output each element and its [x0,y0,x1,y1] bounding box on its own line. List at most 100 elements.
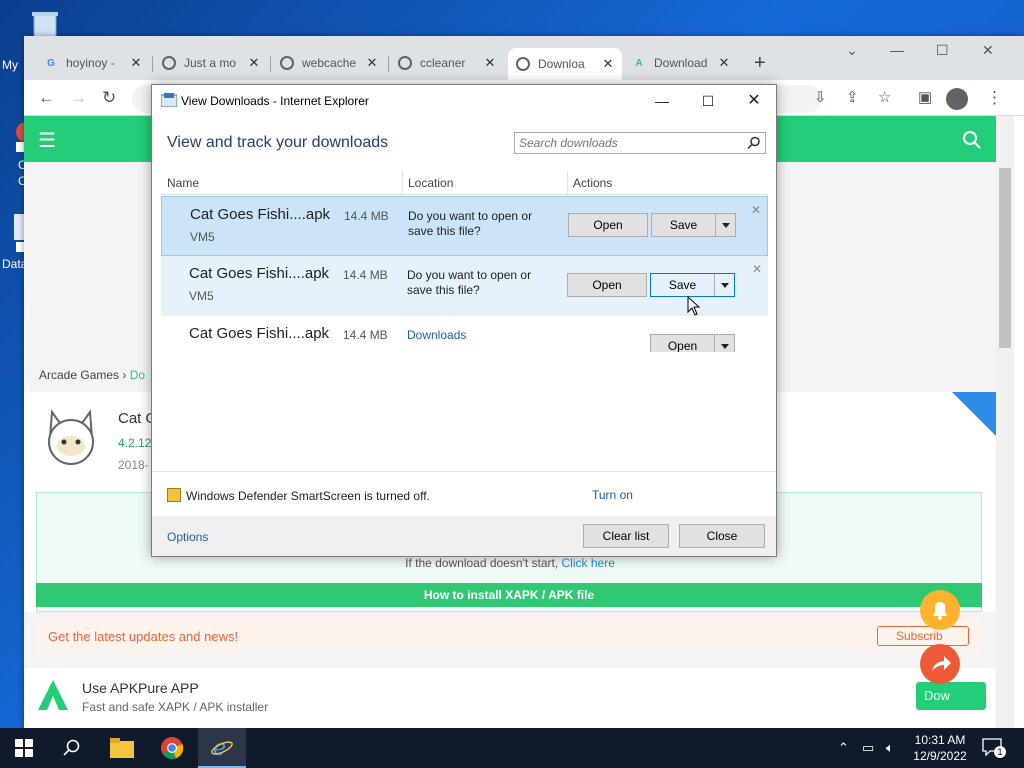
desktop-icon-label[interactable]: My [2,58,18,72]
tab-webcache[interactable]: webcache ✕ [272,50,386,76]
clock-date: 12/9/2022 [913,749,967,763]
forward-arrow-icon[interactable]: → [70,88,87,108]
close-tab-icon[interactable]: ✕ [716,55,732,71]
side-panel-icon[interactable]: ▣ [918,88,932,106]
install-app-icon[interactable]: ⇩ [814,88,827,106]
close-tab-icon[interactable]: ✕ [246,55,262,71]
column-actions[interactable]: Actions [573,176,612,190]
bookmark-star-icon[interactable]: ☆ [878,88,891,106]
search-icon[interactable] [747,136,761,150]
share-icon[interactable]: ⇪ [846,88,859,106]
dialog-heading: View and track your downloads [167,134,389,151]
column-name[interactable]: Name [167,176,199,190]
start-button[interactable] [0,728,48,768]
breadcrumb: Arcade Games › Do [39,368,145,382]
close-tab-icon[interactable]: ✕ [364,55,380,71]
chevron-up-icon[interactable]: ⌃ [838,740,849,756]
search-downloads-box[interactable] [514,132,766,154]
file-explorer-button[interactable] [98,728,146,768]
view-downloads-dialog: View Downloads - Internet Explorer — ☐ ✕… [151,84,777,557]
back-arrow-icon[interactable]: ← [38,88,55,108]
network-icon[interactable]: ▭ [862,740,874,756]
how-to-install-link[interactable]: How to install XAPK / APK file [36,583,982,607]
close-tab-icon[interactable]: ✕ [128,55,144,71]
volume-icon[interactable]: 🔈︎ [886,740,894,756]
column-separator [567,171,568,195]
maximize-icon[interactable]: ☐ [936,42,949,59]
folder-icon [110,738,134,758]
column-headers: Name Location Actions [161,171,768,195]
close-button[interactable]: Close [679,524,765,548]
page-scrollbar[interactable] [996,116,1014,728]
open-button[interactable]: Open [567,273,647,297]
windows-logo-icon [15,739,33,757]
menu-dots-icon[interactable]: ⋮ [986,88,1003,108]
tab-apkpure-download[interactable]: A Download ✕ [624,50,738,76]
dropdown-arrow-icon[interactable] [714,335,734,352]
clear-list-button[interactable]: Clear list [583,524,669,548]
minimize-icon[interactable]: — [890,42,904,58]
save-button[interactable]: Save [651,213,736,237]
maximize-icon[interactable]: ☐ [685,88,731,114]
reload-icon[interactable]: ↻ [102,88,116,108]
cat-app-logo [48,409,94,465]
action-center-button[interactable]: 1 [982,738,1006,758]
click-here-link[interactable]: Click here [562,556,615,570]
profile-avatar-icon[interactable] [946,88,968,110]
search-icon[interactable] [962,130,982,150]
breadcrumb-parent[interactable]: Arcade Games [39,368,119,382]
notification-bell-icon[interactable] [920,590,960,630]
download-row[interactable]: Cat Goes Fishi....apk VM5 14.4 MB Do you… [161,256,768,316]
close-tab-icon[interactable]: ✕ [600,56,616,72]
tab-title: Just a mo [184,56,237,70]
tab-google[interactable]: G hoyinoy - ✕ [36,50,150,76]
dropdown-arrow-icon[interactable] [714,274,734,296]
tab-ccleaner[interactable]: ccleaner ✕ [390,50,504,76]
tab-title: webcache [302,56,357,70]
system-clock[interactable]: 10:31 AM 12/9/2022 [906,732,974,764]
column-separator [402,171,403,195]
dropdown-arrow-icon[interactable] [715,214,735,236]
close-icon[interactable]: ✕ [731,88,777,114]
remove-download-icon[interactable]: ✕ [751,203,761,217]
file-source: VM5 [189,289,214,303]
tab-just-a-moment[interactable]: Just a mo ✕ [154,50,268,76]
mouse-cursor-icon [687,296,701,316]
downloads-folder-link[interactable]: Downloads [407,328,557,343]
notification-count-badge: 1 [994,746,1006,758]
options-link[interactable]: Options [167,530,208,544]
open-split-button[interactable]: Open [650,334,735,352]
scrollbar-thumb[interactable] [999,168,1011,348]
hamburger-menu-icon[interactable]: ☰ [38,128,56,153]
app-version: 4.2.12 [118,436,152,450]
search-downloads-input[interactable] [515,133,735,153]
chrome-taskbar-button[interactable] [148,728,196,768]
download-row[interactable]: Cat Goes Fishi....apk VM5 14.4 MB Do you… [161,196,768,256]
download-app-button[interactable]: Dow [916,682,986,710]
tab-title: Download [654,56,708,70]
file-size: 14.4 MB [344,209,389,223]
open-button[interactable]: Open [568,213,648,237]
downloads-window-icon [161,93,177,107]
tab-download-active[interactable]: Downloa ✕ [508,48,622,80]
chevron-down-icon[interactable]: ⌄ [846,42,858,59]
download-row[interactable]: Cat Goes Fishi....apk 14.4 MB Downloads … [161,316,768,376]
remove-download-icon[interactable]: ✕ [752,262,762,276]
tab-title: Downloa [538,57,585,71]
new-tab-button[interactable]: + [754,52,766,75]
minimize-icon[interactable]: — [639,88,685,114]
globe-icon [516,57,530,71]
internet-explorer-taskbar-button[interactable]: e [198,728,246,768]
turn-on-link[interactable]: Turn on [592,488,633,502]
search-taskbar-button[interactable] [48,728,96,768]
chrome-icon [161,737,184,760]
breadcrumb-current[interactable]: Do [130,368,145,382]
apkpure-icon: A [635,57,643,69]
close-tab-icon[interactable]: ✕ [482,55,498,71]
column-location[interactable]: Location [408,176,453,190]
save-button[interactable]: Save [650,273,735,297]
share-arrow-icon[interactable] [920,644,960,684]
close-icon[interactable]: ✕ [982,42,994,59]
tab-title: ccleaner [420,56,466,70]
tab-title: hoyinoy - [66,56,115,70]
